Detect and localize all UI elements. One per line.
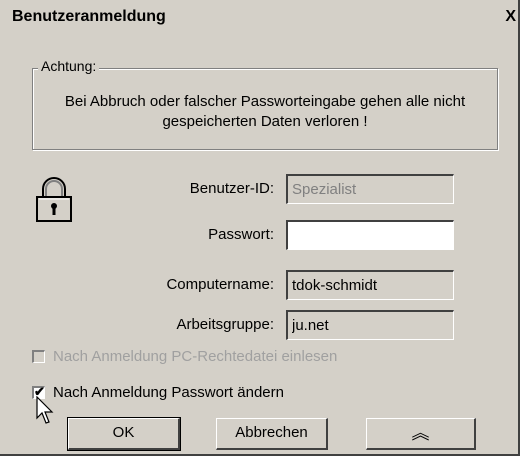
change-password-label: Nach Anmeldung Passwort ändern [53,384,284,401]
read-rights-option: Nach Anmeldung PC-Rechtedatei einlesen [32,348,337,365]
password-label: Passwort: [208,226,274,243]
workgroup-label: Arbeitsgruppe: [176,316,274,333]
warning-line-1: Bei Abbruch oder falscher Passworteingab… [64,93,466,110]
password-field[interactable] [286,220,454,250]
computer-name-label: Computername: [166,276,274,293]
warning-message: Bei Abbruch oder falscher Passworteingab… [36,92,494,132]
padlock-icon [36,177,72,222]
collapse-button[interactable]: ︽ [366,418,476,450]
login-dialog: Benutzeranmeldung X Achtung: Bei Abbruch… [0,0,520,456]
workgroup-field [286,310,454,340]
mouse-pointer-icon [36,396,54,424]
warning-group-label: Achtung: [38,58,100,74]
dialog-title: Benutzeranmeldung [12,8,166,25]
cancel-button[interactable]: Abbrechen [216,418,328,450]
title-bar[interactable]: Benutzeranmeldung X [4,4,516,32]
ok-button[interactable]: OK [67,417,181,451]
read-rights-label: Nach Anmeldung PC-Rechtedatei einlesen [53,348,338,365]
user-id-label: Benutzer-ID: [189,180,274,197]
user-id-field [286,174,454,204]
computer-name-field [286,270,454,300]
close-icon[interactable]: X [500,6,516,28]
warning-line-2: gespeicherten Daten verloren ! [162,113,368,130]
read-rights-checkbox [32,350,45,363]
double-chevron-up-icon: ︽ [411,423,430,443]
change-password-option[interactable]: ✔ Nach Anmeldung Passwort ändern [32,384,284,401]
